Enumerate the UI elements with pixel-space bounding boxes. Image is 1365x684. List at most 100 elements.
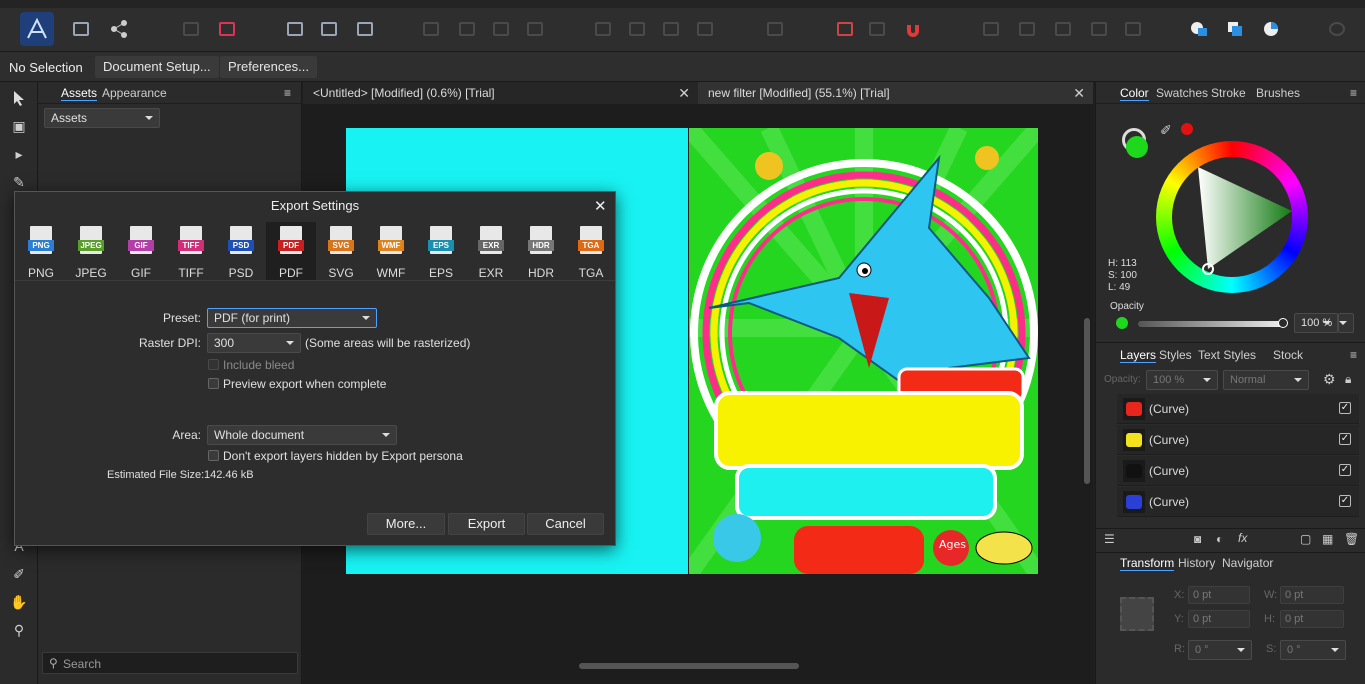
tab-transform[interactable]: Transform <box>1120 556 1175 571</box>
arrange-backward-icon[interactable] <box>452 14 482 44</box>
h-field[interactable]: 0 pt <box>1280 610 1344 628</box>
fill-color-well[interactable] <box>1126 136 1148 158</box>
artboard-tool-icon[interactable]: ▣ <box>9 116 29 136</box>
search-input[interactable]: ⚲ Search <box>42 652 298 674</box>
insert-top-icon[interactable] <box>1256 14 1286 44</box>
select-all-icon[interactable] <box>280 14 310 44</box>
flip-horizontal-icon[interactable] <box>588 14 618 44</box>
format-psd[interactable]: PSD PSD <box>216 222 266 280</box>
tab-appearance[interactable]: Appearance <box>102 86 167 100</box>
format-pdf[interactable]: PDF PDF <box>266 222 316 280</box>
more-button[interactable]: More... <box>367 513 445 535</box>
close-icon[interactable]: ✕ <box>678 82 690 104</box>
anchor-point-selector[interactable] <box>1120 597 1154 631</box>
tab-history[interactable]: History <box>1178 556 1215 570</box>
opacity-dropdown[interactable] <box>1338 313 1354 333</box>
hide-icon[interactable] <box>176 14 206 44</box>
dont-export-hidden-checkbox[interactable] <box>208 450 219 461</box>
warning-icon[interactable] <box>212 14 242 44</box>
tab-layers[interactable]: Layers <box>1120 348 1157 363</box>
magnet-icon[interactable] <box>898 14 928 44</box>
node-tool-icon[interactable]: ▸ <box>9 144 29 164</box>
format-svg[interactable]: SVG SVG <box>316 222 366 280</box>
format-png[interactable]: PNG PNG <box>16 222 66 280</box>
boolean-add-icon[interactable] <box>976 14 1006 44</box>
format-gif[interactable]: GIF GIF <box>116 222 166 280</box>
flip-vertical-icon[interactable] <box>622 14 652 44</box>
align-icon[interactable] <box>760 14 790 44</box>
layer-visibility-checkbox[interactable]: ✓ <box>1339 402 1351 414</box>
doc-tab-new-filter[interactable]: new filter [Modified] (55.1%) [Trial] ✕ <box>698 82 1093 104</box>
close-icon[interactable]: ✕ <box>1073 82 1085 104</box>
move-tool-icon[interactable] <box>9 88 29 108</box>
insert-inside-icon[interactable] <box>1184 14 1214 44</box>
opacity-slider[interactable] <box>1138 318 1288 328</box>
panel-menu-icon[interactable]: ≡ <box>1350 86 1357 100</box>
color-picker-tool-icon[interactable]: ✐ <box>9 564 29 584</box>
add-layer-icon[interactable]: ▢ <box>1300 532 1311 546</box>
shear-field[interactable]: 0 ° <box>1280 640 1346 660</box>
snapping-grid-icon[interactable] <box>830 14 860 44</box>
fx-icon[interactable]: fx <box>1238 531 1247 545</box>
layer-visibility-checkbox[interactable]: ✓ <box>1339 433 1351 445</box>
opacity-value-field[interactable]: 100 % <box>1294 313 1338 333</box>
tab-brushes[interactable]: Brushes <box>1256 86 1300 100</box>
trash-icon[interactable]: 🗑︎ <box>1344 532 1359 546</box>
cancel-button[interactable]: Cancel <box>527 513 604 535</box>
gear-icon[interactable]: ⚙ <box>1323 371 1336 388</box>
assets-category-select[interactable]: Assets <box>44 108 160 128</box>
include-bleed-checkbox[interactable] <box>208 359 219 370</box>
account-icon[interactable] <box>1322 14 1352 44</box>
tab-swatches[interactable]: Swatches <box>1156 86 1208 100</box>
preset-select[interactable]: PDF (for print) <box>207 308 377 328</box>
boolean-intersect-icon[interactable] <box>1048 14 1078 44</box>
format-tiff[interactable]: TIFF TIFF <box>166 222 216 280</box>
snapping-options-icon[interactable] <box>862 14 892 44</box>
document-setup-button[interactable]: Document Setup... <box>95 56 219 78</box>
artboard-poster[interactable]: Ages <box>689 128 1038 574</box>
x-field[interactable]: 0 pt <box>1188 586 1250 604</box>
zoom-tool-icon[interactable]: ⚲ <box>9 620 29 640</box>
preview-export-checkbox[interactable] <box>208 378 219 389</box>
layer-visibility-checkbox[interactable]: ✓ <box>1339 464 1351 476</box>
export-button[interactable]: Export <box>448 513 525 535</box>
layer-row[interactable]: (Curve) ✓ <box>1117 394 1359 424</box>
panel-menu-icon[interactable]: ≡ <box>284 86 291 100</box>
vertical-scroll-thumb[interactable] <box>1084 318 1090 484</box>
panel-menu-icon[interactable]: ≡ <box>1350 348 1357 362</box>
adjustment-icon[interactable]: ◐ <box>1216 532 1223 546</box>
tab-assets[interactable]: Assets <box>61 86 98 101</box>
rotate-left-icon[interactable] <box>656 14 686 44</box>
rotation-field[interactable]: 0 ° <box>1188 640 1252 660</box>
preferences-button[interactable]: Preferences... <box>220 56 317 78</box>
format-tga[interactable]: TGA TGA <box>566 222 616 280</box>
vertical-scrollbar[interactable] <box>1083 112 1091 672</box>
layer-opacity-select[interactable]: 100 % <box>1146 370 1218 390</box>
boolean-divide-icon[interactable] <box>1118 14 1148 44</box>
boolean-subtract-icon[interactable] <box>1012 14 1042 44</box>
layers-stack-icon[interactable]: ☰ <box>1104 532 1115 546</box>
invert-selection-icon[interactable] <box>350 14 380 44</box>
lock-icon[interactable]: 🔒︎ <box>1345 372 1351 387</box>
format-exr[interactable]: EXR EXR <box>466 222 516 280</box>
picked-color-swatch[interactable] <box>1181 123 1193 135</box>
tab-text-styles[interactable]: Text Styles <box>1198 348 1256 362</box>
layer-row[interactable]: (Curve) ✓ <box>1117 487 1359 517</box>
area-select[interactable]: Whole document <box>207 425 397 445</box>
format-jpeg[interactable]: JPEG JPEG <box>66 222 116 280</box>
app-logo-icon[interactable] <box>20 12 54 46</box>
color-wheel[interactable] <box>1156 141 1308 293</box>
eyedropper-icon[interactable]: ✐ <box>1160 122 1172 139</box>
tab-styles[interactable]: Styles <box>1159 348 1192 362</box>
deselect-icon[interactable] <box>314 14 344 44</box>
horizontal-scrollbar[interactable] <box>309 662 1075 670</box>
tab-navigator[interactable]: Navigator <box>1222 556 1273 570</box>
format-hdr[interactable]: HDR HDR <box>516 222 566 280</box>
doc-tab-untitled[interactable]: <Untitled> [Modified] (0.6%) [Trial] ✕ <box>303 82 698 104</box>
group-icon[interactable]: ▦ <box>1322 532 1333 546</box>
pixel-persona-icon[interactable] <box>66 14 96 44</box>
opacity-slider-handle[interactable] <box>1278 318 1288 328</box>
arrange-forward-icon[interactable] <box>486 14 516 44</box>
tab-color[interactable]: Color <box>1120 86 1149 101</box>
format-eps[interactable]: EPS EPS <box>416 222 466 280</box>
